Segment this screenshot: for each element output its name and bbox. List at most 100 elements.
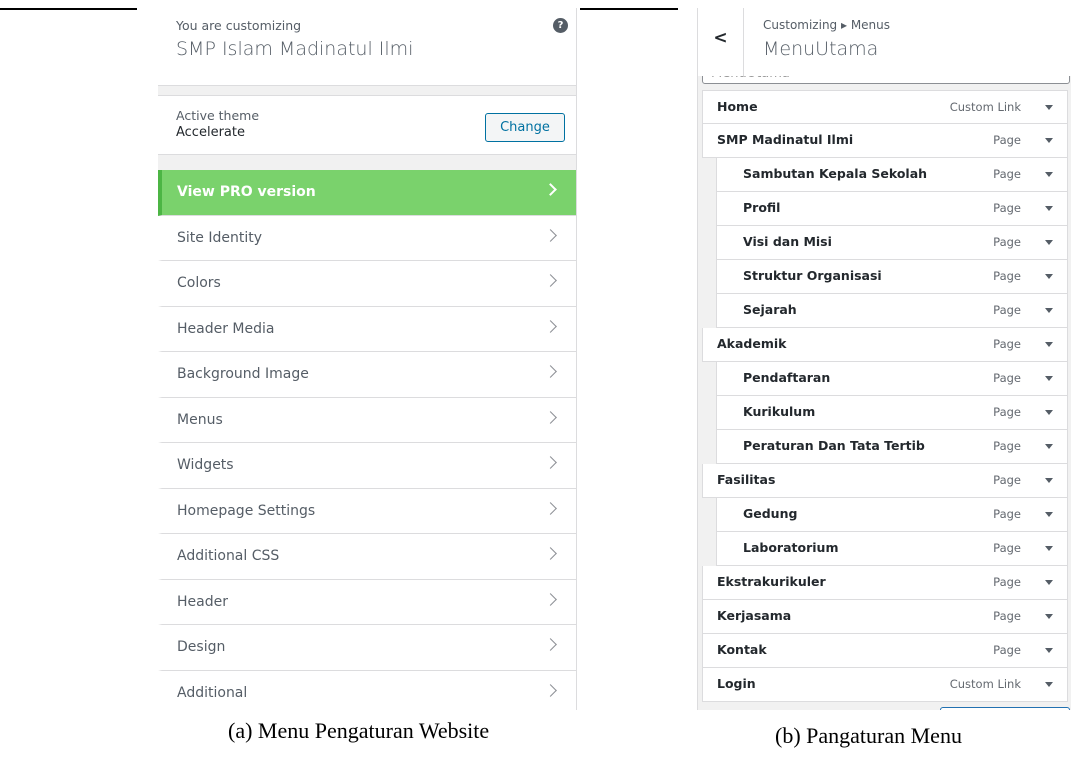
customizer-section-colors[interactable]: Colors	[158, 261, 576, 307]
caret-down-icon[interactable]	[1045, 240, 1053, 245]
add-items-button[interactable]	[940, 707, 1070, 710]
menu-item[interactable]: Peraturan Dan Tata Tertib Page	[716, 430, 1068, 464]
chevron-right-icon	[544, 410, 557, 424]
caret-down-icon[interactable]	[1045, 376, 1053, 381]
caret-down-icon[interactable]	[1045, 138, 1053, 143]
chevron-left-icon[interactable]: <	[698, 8, 744, 76]
chevron-right-icon	[544, 547, 557, 560]
customizer-section-additional-css[interactable]: Additional CSS	[158, 534, 576, 580]
caption-left: (a) Menu Pengaturan Website	[228, 718, 490, 743]
customizer-section-view-pro-version[interactable]: View PRO version	[158, 170, 576, 216]
caret-down-icon[interactable]	[1045, 648, 1053, 653]
menu-item-type: Page	[993, 269, 1021, 283]
caret-down-icon[interactable]	[1045, 206, 1053, 211]
question-circle-icon[interactable]: ?	[553, 18, 568, 33]
menu-item-label: Visi dan Misi	[743, 234, 832, 249]
menu-item-label: Laboratorium	[743, 540, 839, 555]
caret-down-icon[interactable]	[1045, 546, 1053, 551]
menu-item[interactable]: Home Custom Link	[702, 90, 1068, 124]
menu-item-type: Page	[993, 167, 1021, 181]
menu-item[interactable]: Pendaftaran Page	[716, 362, 1068, 396]
menu-item[interactable]: SMP Madinatul Ilmi Page	[702, 124, 1068, 158]
customizer-panel: You are customizing SMP Islam Madinatul …	[158, 8, 577, 710]
active-theme-section: Active theme Accelerate Change	[158, 95, 576, 155]
section-label: Header Media	[177, 320, 275, 337]
section-label: Widgets	[177, 457, 234, 474]
menu-item-label: Sambutan Kepala Sekolah	[743, 166, 928, 181]
menu-editor-panel: MenuUtama < Customizing ▸ Menus MenuUtam…	[697, 8, 1071, 710]
menu-item[interactable]: Login Custom Link	[702, 668, 1068, 702]
menu-item-label: Home	[717, 99, 758, 114]
menu-item-type: Custom Link	[949, 100, 1021, 114]
menu-item[interactable]: Visi dan Misi Page	[716, 226, 1068, 260]
menu-item-type: Page	[993, 371, 1021, 385]
menu-item[interactable]: Profil Page	[716, 192, 1068, 226]
menu-item-type: Page	[993, 541, 1021, 555]
customizer-section-header-media[interactable]: Header Media	[158, 306, 576, 352]
menu-item[interactable]: Kerjasama Page	[702, 600, 1068, 634]
customizing-kicker: You are customizing	[176, 18, 302, 33]
menu-item-label: Login	[717, 676, 756, 691]
menu-item[interactable]: Laboratorium Page	[716, 532, 1068, 566]
customizer-sections-list: View PRO version Site Identity Colors Heade…	[158, 170, 576, 710]
chevron-right-icon	[544, 501, 557, 515]
menu-item-label: Akademik	[717, 336, 787, 351]
menu-item[interactable]: Gedung Page	[716, 498, 1068, 532]
chevron-right-icon	[544, 228, 557, 242]
top-rule-left	[0, 8, 137, 10]
menu-item[interactable]: Akademik Page	[702, 328, 1068, 362]
menu-item-label: Struktur Organisasi	[743, 268, 882, 283]
menu-item-label: Pendaftaran	[743, 370, 831, 385]
menu-item[interactable]: Fasilitas Page	[702, 464, 1068, 498]
breadcrumb: Customizing ▸ Menus	[763, 18, 891, 32]
customizer-section-widgets[interactable]: Widgets	[158, 443, 576, 489]
caption-right: (b) Pangaturan Menu	[775, 723, 962, 748]
menu-item-type: Page	[993, 609, 1021, 623]
menu-item-type: Page	[993, 337, 1021, 351]
caret-down-icon[interactable]	[1045, 274, 1053, 279]
menu-item-type: Page	[993, 473, 1021, 487]
menu-item-label: Profil	[743, 200, 781, 215]
menu-item[interactable]: Kontak Page	[702, 634, 1068, 668]
menu-item-type: Page	[993, 575, 1021, 589]
menu-item-label: SMP Madinatul Ilmi	[717, 132, 854, 147]
menu-item-type: Custom Link	[949, 677, 1021, 691]
section-label: Header	[177, 593, 228, 610]
menu-item-label: Fasilitas	[717, 472, 776, 487]
customizer-section-background-image[interactable]: Background Image	[158, 352, 576, 398]
customizer-section-site-identity[interactable]: Site Identity	[158, 215, 576, 261]
caret-down-icon[interactable]	[1045, 105, 1053, 110]
chevron-right-icon	[544, 456, 557, 469]
caret-down-icon[interactable]	[1045, 580, 1053, 585]
caret-down-icon[interactable]	[1045, 682, 1053, 687]
customizer-section-menus[interactable]: Menus	[158, 397, 576, 443]
menu-item[interactable]: Sejarah Page	[716, 294, 1068, 328]
menu-item[interactable]: Struktur Organisasi Page	[716, 260, 1068, 294]
caret-down-icon[interactable]	[1045, 172, 1053, 177]
top-rule-middle	[580, 8, 678, 10]
menu-item[interactable]: Ekstrakurikuler Page	[702, 566, 1068, 600]
caret-down-icon[interactable]	[1045, 512, 1053, 517]
caret-down-icon[interactable]	[1045, 410, 1053, 415]
caret-down-icon[interactable]	[1045, 444, 1053, 449]
customizer-section-homepage-settings[interactable]: Homepage Settings	[158, 488, 576, 534]
menu-item[interactable]: Sambutan Kepala Sekolah Page	[716, 158, 1068, 192]
customizer-section-header[interactable]: Header	[158, 579, 576, 625]
section-label: Colors	[177, 275, 221, 292]
customizer-section-design[interactable]: Design	[158, 625, 576, 671]
menu-item-type: Page	[993, 133, 1021, 147]
customizer-section-additional[interactable]: Additional	[158, 670, 576, 710]
chevron-right-icon	[544, 274, 557, 287]
chevron-right-icon	[544, 592, 557, 606]
menu-item-label: Ekstrakurikuler	[717, 574, 826, 589]
caret-down-icon[interactable]	[1045, 614, 1053, 619]
section-label: Additional	[177, 684, 248, 701]
caret-down-icon[interactable]	[1045, 478, 1053, 483]
change-theme-button[interactable]: Change	[485, 113, 565, 142]
menu-item[interactable]: Kurikulum Page	[716, 396, 1068, 430]
menu-item-label: Kerjasama	[717, 608, 792, 623]
menu-item-label: Peraturan Dan Tata Tertib	[743, 438, 925, 453]
caret-down-icon[interactable]	[1045, 308, 1053, 313]
caret-down-icon[interactable]	[1045, 342, 1053, 347]
menu-item-type: Page	[993, 643, 1021, 657]
